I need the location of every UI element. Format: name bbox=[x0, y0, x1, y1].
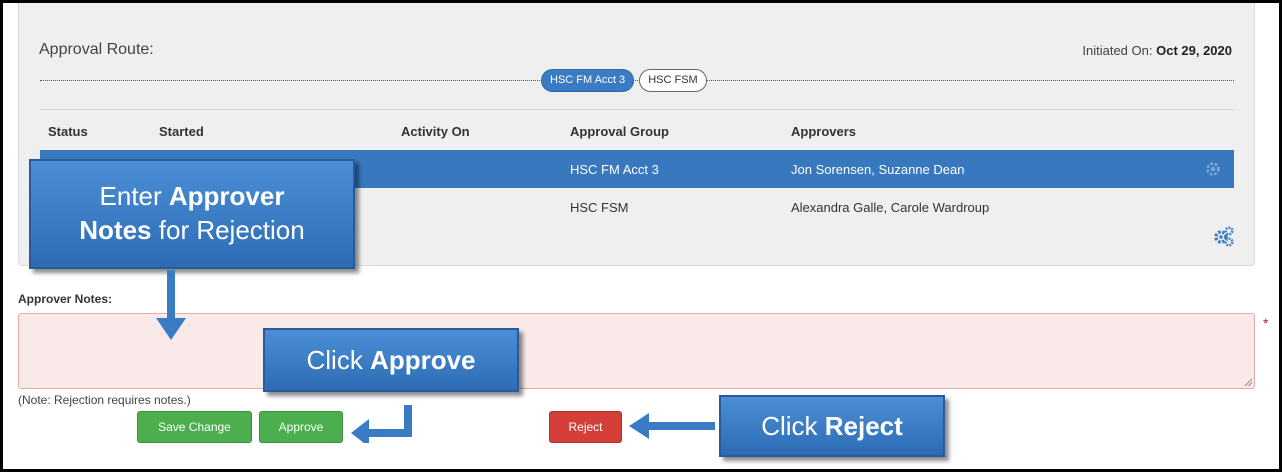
initiated-label: Initiated On: bbox=[1082, 43, 1153, 58]
approve-button[interactable]: Approve bbox=[259, 411, 343, 443]
header-started[interactable]: Started bbox=[159, 124, 204, 139]
header-activity-on[interactable]: Activity On bbox=[401, 124, 470, 139]
row-approvers: Jon Sorensen, Suzanne Dean bbox=[791, 162, 965, 177]
rejection-hint: (Note: Rejection requires notes.) bbox=[18, 393, 191, 407]
gear-icon[interactable] bbox=[1204, 160, 1222, 178]
arrow-left-icon bbox=[629, 413, 715, 439]
header-approvers[interactable]: Approvers bbox=[791, 124, 856, 139]
arrow-bent-left-icon bbox=[351, 405, 412, 443]
stage-pills: HSC FM Acct 3 HSC FSM bbox=[541, 69, 707, 92]
callout-click-approve: Click Approve bbox=[263, 328, 519, 392]
resize-grip-icon[interactable] bbox=[1244, 378, 1253, 387]
initiated-date: Oct 29, 2020 bbox=[1156, 43, 1232, 58]
gears-icon[interactable] bbox=[1213, 225, 1235, 247]
row-approval-group: HSC FSM bbox=[570, 200, 629, 215]
header-approval-group[interactable]: Approval Group bbox=[570, 124, 669, 139]
stage-pill-hsc-fm-acct-3[interactable]: HSC FM Acct 3 bbox=[541, 69, 635, 92]
arrow-down-icon bbox=[156, 270, 186, 340]
header-status[interactable]: Status bbox=[48, 124, 88, 139]
row-approvers: Alexandra Galle, Carole Wardroup bbox=[791, 200, 990, 215]
callout-notes-line1: Enter Approver bbox=[99, 181, 285, 211]
reject-button[interactable]: Reject bbox=[549, 411, 622, 443]
callout-notes-line2: Notes for Rejection bbox=[79, 215, 305, 245]
row-approval-group: HSC FM Acct 3 bbox=[570, 162, 659, 177]
initiated-on: Initiated On: Oct 29, 2020 bbox=[1082, 43, 1232, 58]
save-change-button[interactable]: Save Change bbox=[137, 411, 252, 443]
callout-click-reject: Click Reject bbox=[719, 395, 945, 457]
table-divider bbox=[40, 109, 1234, 110]
callout-enter-notes: Enter Approver Notes for Rejection bbox=[29, 159, 355, 269]
required-marker: * bbox=[1263, 315, 1269, 331]
approver-notes-label: Approver Notes: bbox=[18, 292, 113, 306]
approval-route-title: Approval Route: bbox=[39, 41, 154, 58]
screenshot-frame: Approval Route: Initiated On: Oct 29, 20… bbox=[0, 0, 1282, 472]
approver-notes-field[interactable] bbox=[18, 313, 1255, 389]
stage-pill-hsc-fsm[interactable]: HSC FSM bbox=[639, 69, 707, 92]
